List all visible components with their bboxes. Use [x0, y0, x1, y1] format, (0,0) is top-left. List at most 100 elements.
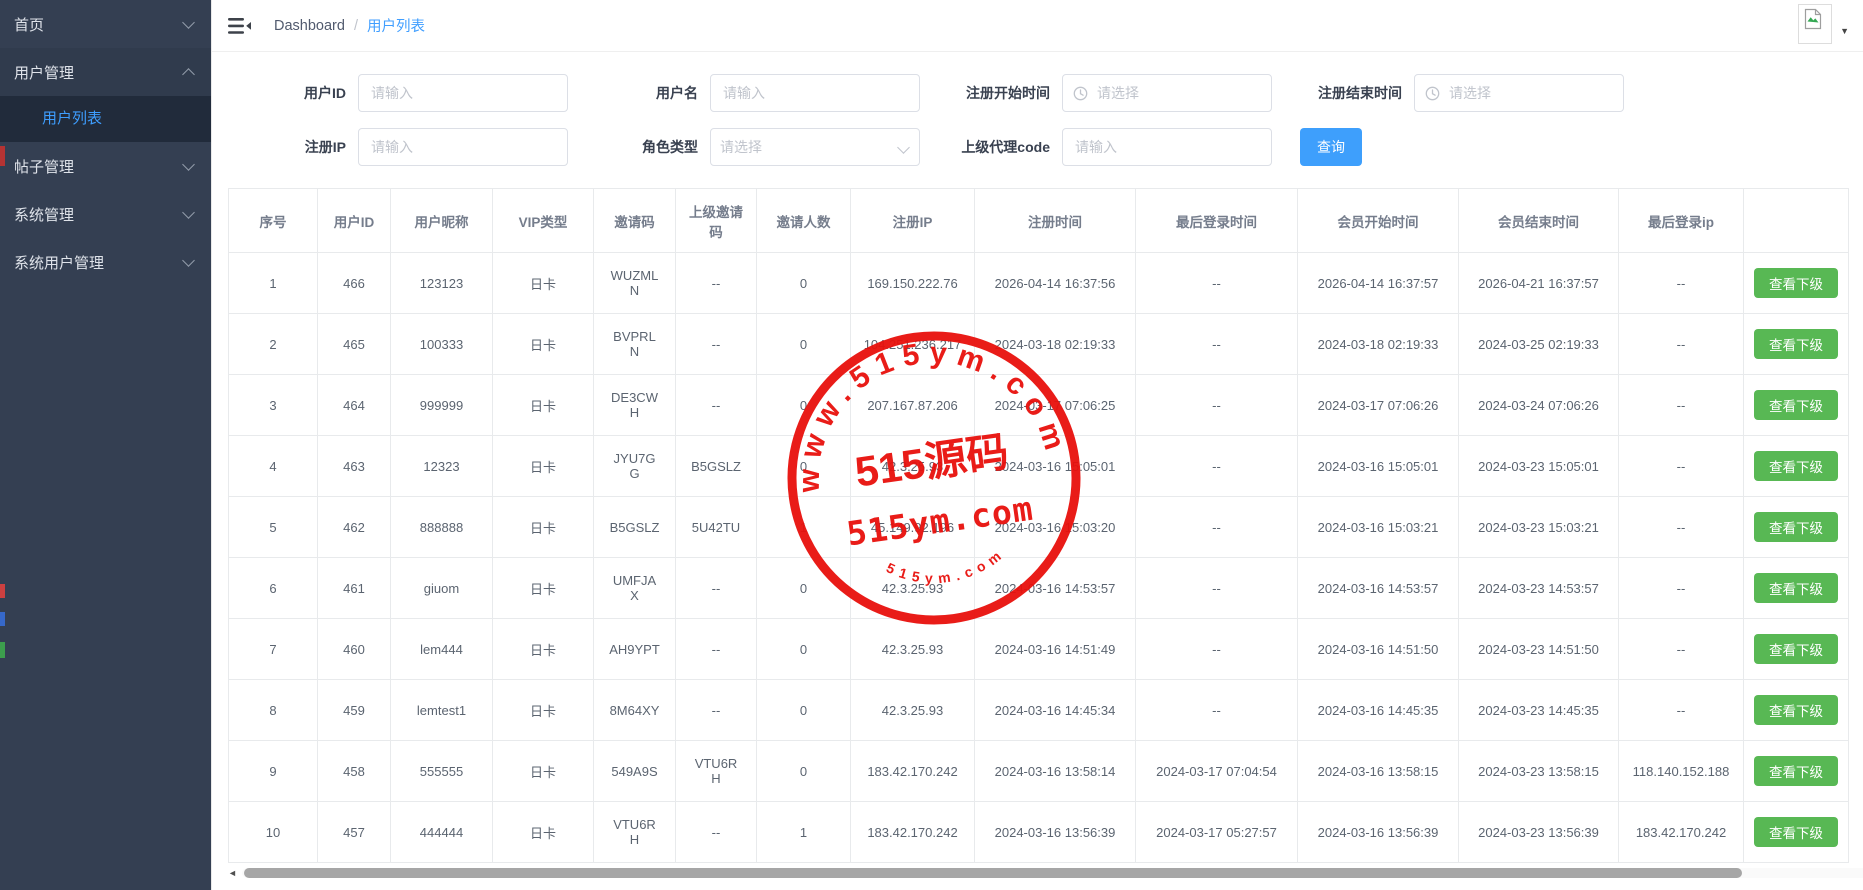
table-row: 7460lem444日卡AH9YPT--042.3.25.932024-03-1… — [229, 619, 1849, 680]
table-cell: 2024-03-16 14:53:57 — [975, 558, 1136, 619]
filter-label: 用户名 — [580, 83, 710, 103]
table-cell: 2024-03-16 13:56:39 — [975, 802, 1136, 863]
view-subordinates-button[interactable]: 查看下级 — [1754, 695, 1838, 725]
table-cell: 12323 — [391, 436, 493, 497]
view-subordinates-button[interactable]: 查看下级 — [1754, 817, 1838, 847]
filter-datetime-register-start-time[interactable]: 请选择 — [1062, 74, 1272, 112]
table-cell-action: 查看下级 — [1744, 497, 1849, 558]
view-subordinates-button[interactable]: 查看下级 — [1754, 634, 1838, 664]
scrollbar-track[interactable] — [242, 868, 1863, 878]
screen-edge-artifact — [0, 642, 5, 658]
table-cell: 0 — [757, 253, 851, 314]
chevron-down-icon — [182, 16, 195, 29]
menu-fold-icon[interactable] — [228, 17, 252, 35]
table-cell-action: 查看下级 — [1744, 436, 1849, 497]
filter-field-user-id: 用户ID — [228, 74, 580, 112]
table-cell: -- — [1136, 375, 1298, 436]
table-cell: 2024-03-16 15:05:01 — [975, 436, 1136, 497]
table-cell: 2024-03-16 14:53:57 — [1298, 558, 1459, 619]
table-cell: 463 — [318, 436, 391, 497]
table-cell: -- — [676, 253, 757, 314]
view-subordinates-button[interactable]: 查看下级 — [1754, 573, 1838, 603]
table-cell: -- — [1619, 619, 1744, 680]
table-cell: 2 — [229, 314, 318, 375]
sidebar-item-home[interactable]: 首页 — [0, 0, 211, 48]
page-content: 用户ID用户名注册开始时间请选择注册结束时间请选择 注册IP角色类型请选择上级代… — [212, 52, 1863, 890]
filter-input-user-id[interactable] — [359, 76, 567, 110]
filter-input-user-name[interactable] — [711, 76, 919, 110]
chevron-down-icon — [182, 254, 195, 267]
view-subordinates-button[interactable]: 查看下级 — [1754, 390, 1838, 420]
user-table: 序号用户ID用户昵称VIP类型邀请码上级邀请码邀请人数注册IP注册时间最后登录时… — [228, 188, 1849, 863]
table-cell: 457 — [318, 802, 391, 863]
table-cell-action: 查看下级 — [1744, 558, 1849, 619]
table-cell: 462 — [318, 497, 391, 558]
view-subordinates-button[interactable]: 查看下级 — [1754, 329, 1838, 359]
search-button[interactable]: 查询 — [1300, 128, 1362, 166]
sidebar-item-label: 首页 — [14, 14, 44, 35]
table-cell: 2024-03-23 13:56:39 — [1459, 802, 1619, 863]
sidebar-item-user-management[interactable]: 用户管理 — [0, 48, 211, 96]
view-subordinates-button[interactable]: 查看下级 — [1754, 756, 1838, 786]
table-cell: -- — [676, 680, 757, 741]
view-subordinates-button[interactable]: 查看下级 — [1754, 268, 1838, 298]
table-cell: UMFJAX — [594, 558, 676, 619]
filter-input-register-ip[interactable] — [359, 130, 567, 164]
table-cell: 0 — [757, 314, 851, 375]
column-header: 序号 — [229, 189, 318, 253]
filter-input-wrap — [710, 74, 920, 112]
column-header: 邀请人数 — [757, 189, 851, 253]
filter-datetime-register-end-time[interactable]: 请选择 — [1414, 74, 1624, 112]
table-cell: 466 — [318, 253, 391, 314]
column-header: 会员开始时间 — [1298, 189, 1459, 253]
view-subordinates-button[interactable]: 查看下级 — [1754, 451, 1838, 481]
avatar[interactable] — [1798, 4, 1832, 44]
breadcrumb-root[interactable]: Dashboard — [274, 18, 345, 34]
table-row: 10457444444日卡VTU6RH--1183.42.170.2422024… — [229, 802, 1849, 863]
table-cell: 日卡 — [493, 314, 594, 375]
filter-row-2: 注册IP角色类型请选择上级代理code 查询 — [228, 128, 1853, 166]
filter-select-role-type[interactable]: 请选择 — [710, 128, 920, 166]
table-cell-action: 查看下级 — [1744, 253, 1849, 314]
table-cell: 2024-03-18 02:19:33 — [975, 314, 1136, 375]
table-cell: -- — [1619, 680, 1744, 741]
sidebar-item-system-user-management[interactable]: 系统用户管理 — [0, 238, 211, 286]
column-header: 最后登录时间 — [1136, 189, 1298, 253]
scroll-left-arrow-icon[interactable]: ◄ — [228, 868, 242, 878]
table-cell: JYU7GG — [594, 436, 676, 497]
table-cell: 2024-03-17 07:06:25 — [975, 375, 1136, 436]
table-cell: 2024-03-16 14:45:34 — [975, 680, 1136, 741]
table-cell: 118.140.152.188 — [1619, 741, 1744, 802]
table-cell: 日卡 — [493, 497, 594, 558]
table-cell: -- — [1619, 558, 1744, 619]
placeholder-text: 请选择 — [1097, 83, 1139, 103]
scrollbar-thumb[interactable] — [244, 868, 1742, 878]
filter-field-role-type: 角色类型请选择 — [580, 128, 932, 166]
table-cell: 2024-03-16 15:03:20 — [975, 497, 1136, 558]
table-cell: 2024-03-16 15:03:21 — [1298, 497, 1459, 558]
table-cell: B5GSLZ — [594, 497, 676, 558]
filter-input-parent-agent-code[interactable] — [1063, 130, 1271, 164]
sidebar-item-system-management[interactable]: 系统管理 — [0, 190, 211, 238]
sidebar-item-post-management[interactable]: 帖子管理 — [0, 142, 211, 190]
table-cell: -- — [1136, 253, 1298, 314]
sidebar-item-user-list[interactable]: 用户列表 — [0, 96, 211, 142]
chevron-up-icon — [182, 68, 195, 81]
filter-field-register-ip: 注册IP — [228, 128, 580, 166]
table-cell: 5 — [229, 497, 318, 558]
clock-icon — [1425, 86, 1440, 101]
view-subordinates-button[interactable]: 查看下级 — [1754, 512, 1838, 542]
chevron-down-icon — [182, 206, 195, 219]
table-cell: 2024-03-25 02:19:33 — [1459, 314, 1619, 375]
table-cell: 169.150.222.76 — [851, 253, 975, 314]
table-row: 9458555555日卡549A9SVTU6RH0183.42.170.2422… — [229, 741, 1849, 802]
table-cell: 0 — [757, 680, 851, 741]
table-cell: 2024-03-16 13:58:15 — [1298, 741, 1459, 802]
table-cell: 2026-04-14 16:37:56 — [975, 253, 1136, 314]
caret-down-icon[interactable]: ▼ — [1840, 26, 1849, 36]
table-cell: 45.149.92.196 — [851, 497, 975, 558]
filter-label: 用户ID — [228, 83, 358, 103]
column-header: 最后登录ip — [1619, 189, 1744, 253]
filter-label: 上级代理code — [932, 137, 1062, 157]
table-cell: 2024-03-23 14:45:35 — [1459, 680, 1619, 741]
